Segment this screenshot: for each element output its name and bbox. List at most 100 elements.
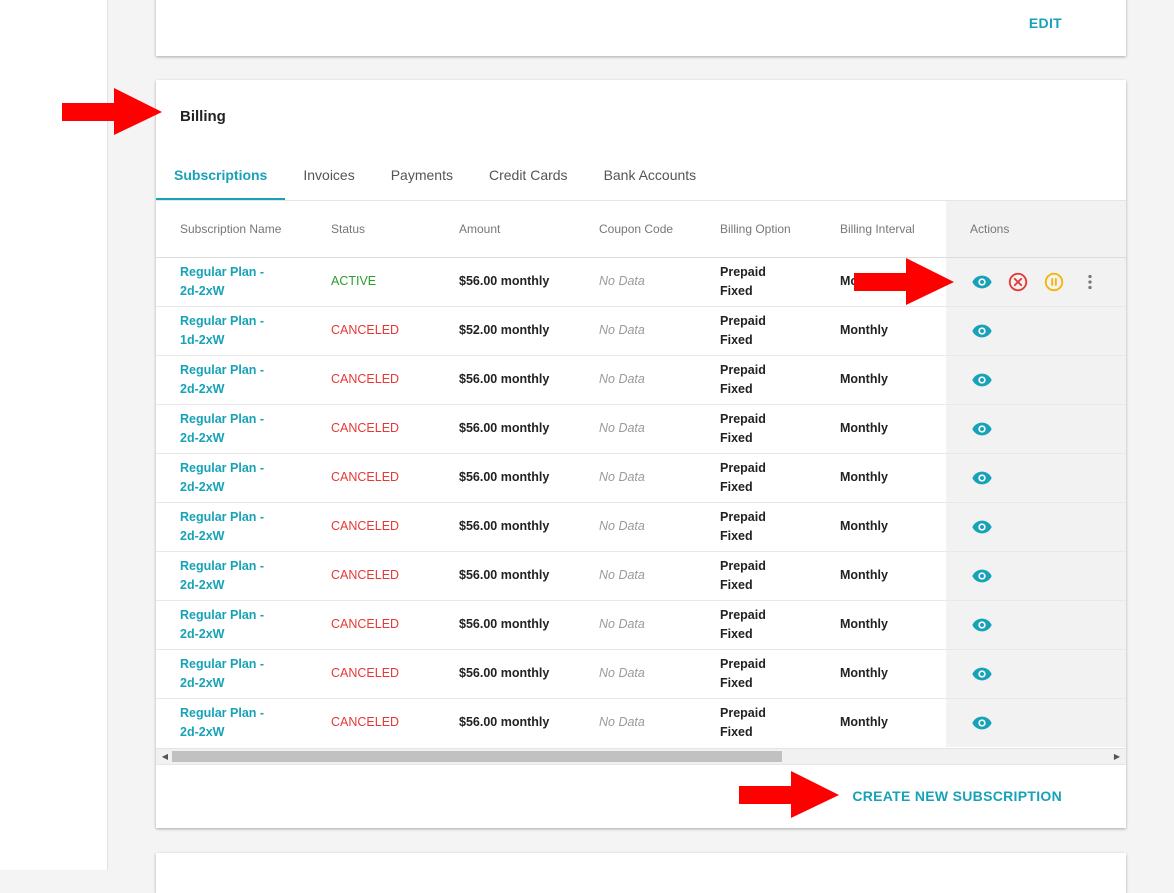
- header-subscription-name[interactable]: Subscription Name: [156, 201, 307, 258]
- cell-actions: [946, 551, 1126, 601]
- eye-icon[interactable]: [970, 466, 994, 490]
- coupon-text: No Data: [599, 421, 645, 435]
- amount-text: $56.00 monthly: [459, 568, 550, 582]
- header-status[interactable]: Status: [307, 201, 435, 258]
- cell-actions: [946, 453, 1126, 503]
- cell-billing-option: Prepaid Fixed: [696, 600, 816, 650]
- cell-billing-interval: Monthly: [816, 698, 946, 747]
- create-new-subscription-button[interactable]: CREATE NEW SUBSCRIPTION: [852, 788, 1062, 804]
- cell-billing-interval: Monthly: [816, 306, 946, 356]
- cell-billing-option: Prepaid Fixed: [696, 551, 816, 601]
- eye-icon[interactable]: [970, 711, 994, 735]
- tab-bank-accounts[interactable]: Bank Accounts: [586, 158, 715, 200]
- subscription-link[interactable]: Regular Plan - 2d-2xW: [180, 361, 275, 399]
- subscription-link[interactable]: Regular Plan - 2d-2xW: [180, 459, 275, 497]
- billing-interval-text: Monthly: [840, 519, 888, 533]
- eye-icon[interactable]: [970, 319, 994, 343]
- cell-coupon-code: No Data: [575, 355, 696, 405]
- header-coupon-code[interactable]: Coupon Code: [575, 201, 696, 258]
- table-row: Regular Plan - 2d-2xW CANCELED $56.00 mont…: [156, 502, 1126, 552]
- eye-icon[interactable]: [970, 515, 994, 539]
- header-amount[interactable]: Amount: [435, 201, 575, 258]
- billing-interval-text: Monthly: [840, 617, 888, 631]
- cancel-circle-icon[interactable]: [1006, 270, 1030, 294]
- cell-amount: $56.00 monthly: [435, 453, 575, 503]
- eye-icon[interactable]: [970, 417, 994, 441]
- tab-subscriptions[interactable]: Subscriptions: [156, 158, 286, 200]
- cell-amount: $52.00 monthly: [435, 306, 575, 356]
- cell-amount: $56.00 monthly: [435, 551, 575, 601]
- tab-invoices[interactable]: Invoices: [285, 158, 372, 200]
- cell-status: CANCELED: [307, 453, 435, 503]
- cell-actions: [946, 502, 1126, 552]
- cell-billing-interval: Monthly: [816, 551, 946, 601]
- status-text: CANCELED: [331, 519, 400, 533]
- tab-payments[interactable]: Payments: [373, 158, 471, 200]
- billing-option-text: Prepaid Fixed: [720, 362, 766, 396]
- billing-interval-text: Monthly: [840, 323, 888, 337]
- row-actions: [970, 319, 1126, 343]
- cell-amount: $56.00 monthly: [435, 698, 575, 747]
- coupon-text: No Data: [599, 568, 645, 582]
- cell-coupon-code: No Data: [575, 404, 696, 454]
- billing-option-text: Prepaid Fixed: [720, 264, 766, 298]
- coupon-text: No Data: [599, 666, 645, 680]
- eye-icon[interactable]: [970, 270, 994, 294]
- cell-coupon-code: No Data: [575, 551, 696, 601]
- status-text: ACTIVE: [331, 274, 377, 288]
- cell-amount: $56.00 monthly: [435, 600, 575, 650]
- coupon-text: No Data: [599, 323, 645, 337]
- cell-status: CANCELED: [307, 600, 435, 650]
- header-billing-option[interactable]: Billing Option: [696, 201, 816, 258]
- cell-coupon-code: No Data: [575, 257, 696, 307]
- cell-billing-option: Prepaid Fixed: [696, 649, 816, 699]
- header-billing-interval[interactable]: Billing Interval: [816, 201, 946, 258]
- subscription-link[interactable]: Regular Plan - 2d-2xW: [180, 263, 275, 301]
- subscription-link[interactable]: Regular Plan - 2d-2xW: [180, 557, 275, 595]
- cell-billing-interval: Monthly: [816, 649, 946, 699]
- subscription-link[interactable]: Regular Plan - 2d-2xW: [180, 508, 275, 546]
- cell-billing-option: Prepaid Fixed: [696, 453, 816, 503]
- table-row: Regular Plan - 2d-2xW CANCELED $56.00 mont…: [156, 453, 1126, 503]
- horizontal-scrollbar[interactable]: ◀ ▶: [156, 748, 1126, 764]
- eye-icon[interactable]: [970, 662, 994, 686]
- tab-credit-cards[interactable]: Credit Cards: [471, 158, 586, 200]
- pause-circle-icon[interactable]: [1042, 270, 1066, 294]
- row-actions: [970, 270, 1126, 294]
- subscription-link[interactable]: Regular Plan - 2d-2xW: [180, 655, 275, 693]
- cell-billing-option: Prepaid Fixed: [696, 257, 816, 307]
- edit-button[interactable]: EDIT: [1029, 15, 1062, 31]
- eye-icon[interactable]: [970, 564, 994, 588]
- subscription-link[interactable]: Regular Plan - 2d-2xW: [180, 704, 275, 742]
- cell-subscription-name: Regular Plan - 2d-2xW: [156, 698, 307, 747]
- coupon-text: No Data: [599, 715, 645, 730]
- subscription-link[interactable]: Regular Plan - 1d-2xW: [180, 312, 275, 350]
- subscription-link[interactable]: Regular Plan - 2d-2xW: [180, 606, 275, 644]
- amount-text: $56.00 monthly: [459, 372, 550, 386]
- amount-text: $56.00 monthly: [459, 470, 550, 484]
- more-vertical-icon[interactable]: [1078, 270, 1102, 294]
- eye-icon[interactable]: [970, 613, 994, 637]
- cell-billing-option: Prepaid Fixed: [696, 698, 816, 747]
- table-row: Regular Plan - 1d-2xW CANCELED $52.00 mont…: [156, 306, 1126, 356]
- scroll-left-arrow-icon[interactable]: ◀: [158, 750, 172, 763]
- cell-status: CANCELED: [307, 551, 435, 601]
- cell-status: CANCELED: [307, 306, 435, 356]
- amount-text: $52.00 monthly: [459, 323, 550, 337]
- scroll-right-arrow-icon[interactable]: ▶: [1110, 750, 1124, 763]
- table-row: Regular Plan - 2d-2xW CANCELED $56.00 mont…: [156, 355, 1126, 405]
- eye-icon[interactable]: [970, 368, 994, 392]
- cell-amount: $56.00 monthly: [435, 404, 575, 454]
- cell-coupon-code: No Data: [575, 649, 696, 699]
- cell-billing-option: Prepaid Fixed: [696, 355, 816, 405]
- cell-coupon-code: No Data: [575, 502, 696, 552]
- subscription-link[interactable]: Regular Plan - 2d-2xW: [180, 410, 275, 448]
- cell-actions: [946, 257, 1126, 307]
- cell-actions: [946, 600, 1126, 650]
- coupon-text: No Data: [599, 617, 645, 631]
- subscriptions-table: Subscription Name Status Amount Coupon C…: [156, 201, 1126, 747]
- scrollbar-thumb[interactable]: [172, 751, 782, 762]
- amount-text: $56.00 monthly: [459, 519, 550, 533]
- status-text: CANCELED: [331, 666, 400, 680]
- row-actions: [970, 466, 1126, 490]
